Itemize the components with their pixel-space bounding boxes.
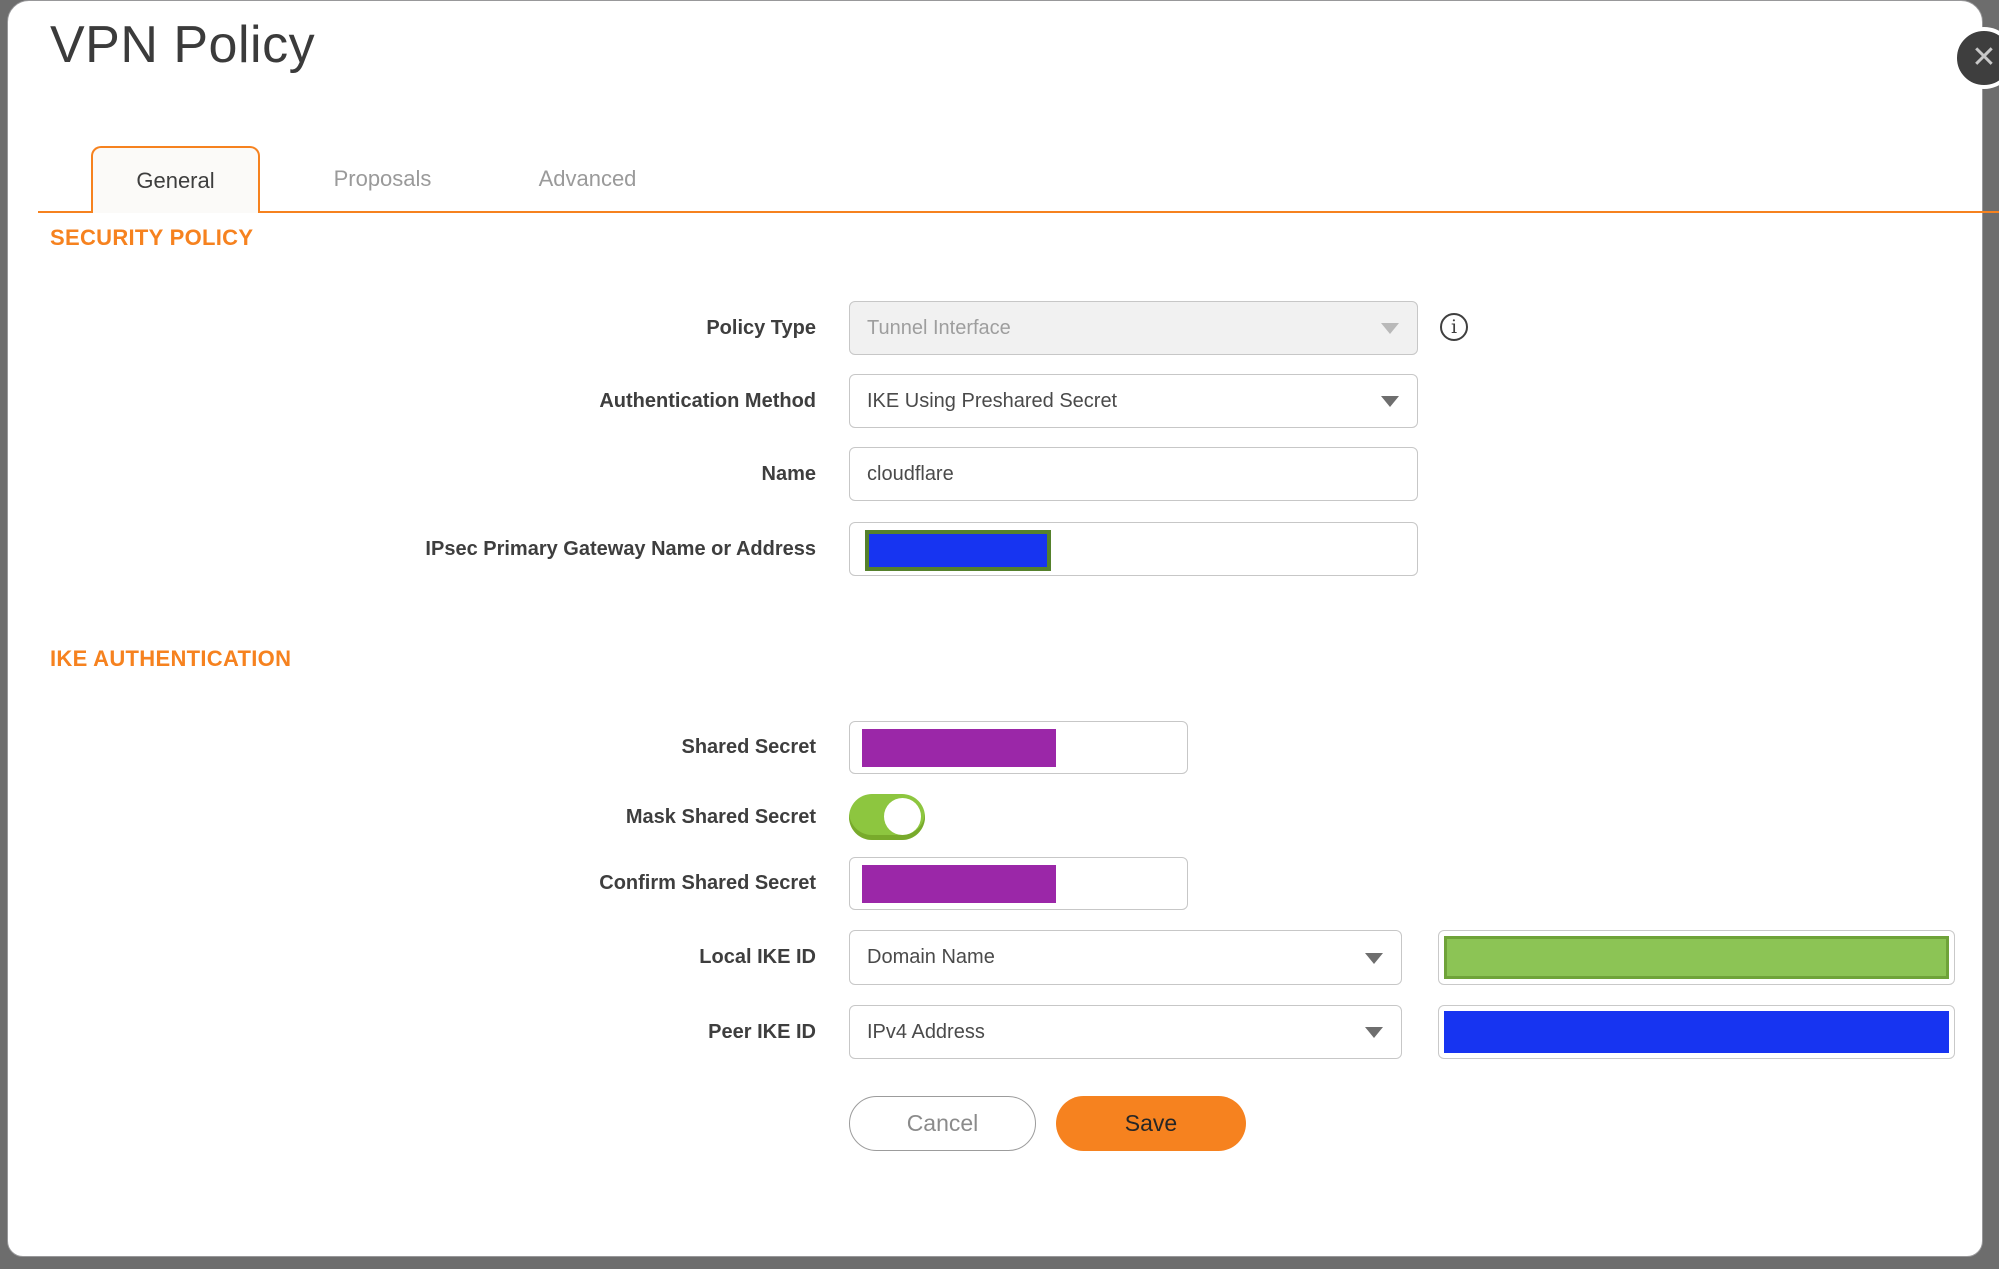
local-ike-id-label: Local IKE ID [699, 946, 816, 968]
peer-ike-id-redaction [1444, 1011, 1949, 1053]
confirm-shared-secret-label: Confirm Shared Secret [599, 872, 816, 894]
chevron-down-icon [1381, 396, 1399, 407]
tab-general[interactable]: General [91, 146, 260, 213]
local-ike-id-type-value: Domain Name [867, 946, 995, 968]
toggle-knob [884, 798, 921, 835]
shared-secret-redaction [862, 729, 1056, 767]
tab-bar: General Proposals Advanced [38, 146, 1999, 213]
shared-secret-label: Shared Secret [681, 736, 816, 758]
authentication-method-select[interactable]: IKE Using Preshared Secret [849, 374, 1418, 428]
peer-ike-id-type-value: IPv4 Address [867, 1020, 985, 1043]
section-ike-authentication: IKE AUTHENTICATION [50, 646, 292, 671]
row-local-ike-id: Local IKE ID Domain Name [8, 930, 1999, 985]
info-icon[interactable]: i [1440, 313, 1468, 341]
tab-proposals[interactable]: Proposals [300, 146, 465, 211]
authentication-method-label: Authentication Method [599, 390, 816, 412]
mask-shared-secret-toggle[interactable] [849, 794, 925, 840]
name-input[interactable]: cloudflare [849, 447, 1418, 501]
section-security-policy: SECURITY POLICY [50, 225, 254, 250]
ipsec-gateway-label: IPsec Primary Gateway Name or Address [425, 538, 816, 560]
chevron-down-icon [1381, 323, 1399, 334]
peer-ike-id-label: Peer IKE ID [708, 1021, 816, 1043]
policy-type-label: Policy Type [706, 317, 816, 339]
cancel-button[interactable]: Cancel [849, 1096, 1036, 1151]
row-ipsec-gateway: IPsec Primary Gateway Name or Address [8, 522, 1999, 576]
row-name: Name cloudflare [8, 447, 1999, 501]
row-policy-type: Policy Type Tunnel Interface i [8, 301, 1999, 355]
row-mask-shared-secret: Mask Shared Secret [8, 794, 1999, 840]
chevron-down-icon [1365, 1027, 1383, 1038]
chevron-down-icon [1365, 952, 1383, 964]
footer-actions: Cancel Save [8, 1096, 1999, 1151]
row-authentication-method: Authentication Method IKE Using Preshare… [8, 374, 1999, 428]
row-peer-ike-id: Peer IKE ID IPv4 Address [8, 1005, 1999, 1059]
local-ike-id-type-select[interactable]: Domain Name [849, 930, 1402, 985]
ipsec-gateway-input[interactable] [849, 522, 1418, 576]
ipsec-gateway-redaction [865, 530, 1051, 571]
row-confirm-shared-secret: Confirm Shared Secret [8, 857, 1999, 910]
shared-secret-input[interactable] [849, 721, 1188, 774]
policy-type-select[interactable]: Tunnel Interface [849, 301, 1418, 355]
local-ike-id-redaction [1444, 936, 1949, 979]
confirm-shared-secret-redaction [862, 865, 1056, 903]
tab-advanced[interactable]: Advanced [505, 146, 670, 211]
peer-ike-id-type-select[interactable]: IPv4 Address [849, 1005, 1402, 1059]
page-title: VPN Policy [50, 16, 316, 74]
policy-type-value: Tunnel Interface [867, 316, 1011, 339]
name-value: cloudflare [867, 462, 954, 485]
authentication-method-value: IKE Using Preshared Secret [867, 389, 1118, 412]
confirm-shared-secret-input[interactable] [849, 857, 1188, 910]
local-ike-id-value-input[interactable] [1438, 930, 1955, 985]
save-button[interactable]: Save [1056, 1096, 1246, 1151]
vpn-policy-dialog: VPN Policy General Proposals Advanced SE… [7, 0, 1999, 1257]
row-shared-secret: Shared Secret [8, 721, 1999, 774]
mask-shared-secret-label: Mask Shared Secret [625, 806, 816, 828]
name-label: Name [761, 463, 816, 485]
peer-ike-id-value-input[interactable] [1438, 1005, 1955, 1059]
